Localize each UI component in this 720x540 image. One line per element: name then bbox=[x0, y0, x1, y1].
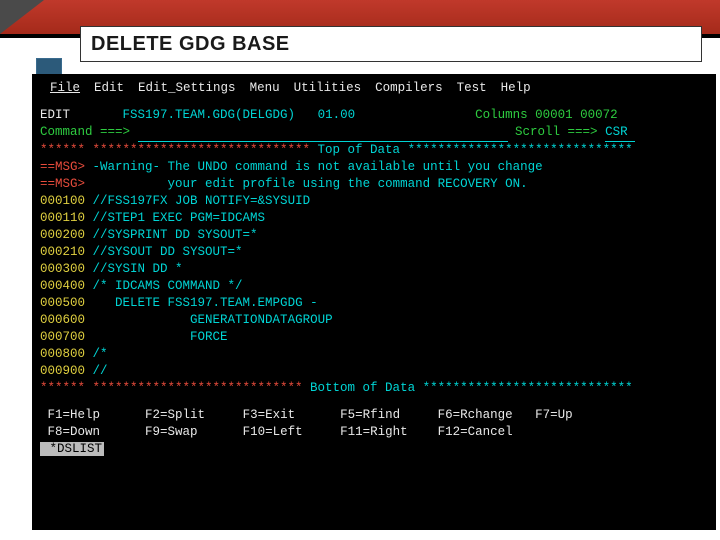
top-of-data: ****** ***************************** Top… bbox=[40, 142, 708, 159]
pf-f3[interactable]: F3=Exit bbox=[243, 408, 296, 422]
bottom-of-data: ****** **************************** Bott… bbox=[40, 380, 708, 397]
pf-f1[interactable]: F1=Help bbox=[48, 408, 101, 422]
jcl-line[interactable]: 000300 //SYSIN DD * bbox=[40, 261, 708, 278]
msg-line-1: ==MSG> -Warning- The UNDO command is not… bbox=[40, 159, 708, 176]
msg-line-2: ==MSG> your edit profile using the comma… bbox=[40, 176, 708, 193]
scroll-label: Scroll ===> bbox=[515, 124, 598, 142]
pf-f7[interactable]: F7=Up bbox=[535, 408, 573, 422]
menu-file[interactable]: File bbox=[50, 80, 80, 97]
pf-f9[interactable]: F9=Swap bbox=[145, 425, 198, 439]
menu-help[interactable]: Help bbox=[501, 80, 531, 97]
pf-f10[interactable]: F10=Left bbox=[243, 425, 303, 439]
ispf-terminal: File Edit Edit_Settings Menu Utilities C… bbox=[32, 74, 716, 530]
menu-test[interactable]: Test bbox=[457, 80, 487, 97]
jcl-line[interactable]: 000100 //FSS197FX JOB NOTIFY=&SYSUID bbox=[40, 193, 708, 210]
menu-menu[interactable]: Menu bbox=[250, 80, 280, 97]
command-prompt: Command ===> bbox=[40, 124, 130, 142]
scroll-input[interactable]: CSR bbox=[605, 124, 635, 142]
pf-f11[interactable]: F11=Right bbox=[340, 425, 408, 439]
slide-title-bar: DELETE GDG BASE bbox=[80, 26, 702, 62]
menu-compilers[interactable]: Compilers bbox=[375, 80, 443, 97]
jcl-line[interactable]: 000600 GENERATIONDATAGROUP bbox=[40, 312, 708, 329]
accent-corner bbox=[0, 0, 44, 34]
jcl-line[interactable]: 000200 //SYSPRINT DD SYSOUT=* bbox=[40, 227, 708, 244]
pf-row-1: F1=Help F2=Split F3=Exit F5=Rfind F6=Rch… bbox=[40, 407, 708, 424]
pf-keys: F1=Help F2=Split F3=Exit F5=Rfind F6=Rch… bbox=[40, 407, 708, 458]
command-input[interactable] bbox=[138, 124, 508, 142]
jcl-line[interactable]: 000210 //SYSOUT DD SYSOUT=* bbox=[40, 244, 708, 261]
command-row: Command ===> Scroll ===> CSR bbox=[40, 124, 708, 142]
pf-row-2: F8=Down F9=Swap F10=Left F11=Right F12=C… bbox=[40, 424, 708, 441]
jcl-line[interactable]: 000900 // bbox=[40, 363, 708, 380]
menu-utilities[interactable]: Utilities bbox=[294, 80, 362, 97]
menu-edit[interactable]: Edit bbox=[94, 80, 124, 97]
edit-header-row: EDIT FSS197.TEAM.GDG(DELGDG) 01.00 Colum… bbox=[40, 107, 708, 124]
menu-editsettings[interactable]: Edit_Settings bbox=[138, 80, 236, 97]
pf-f6[interactable]: F6=Rchange bbox=[438, 408, 513, 422]
jcl-line[interactable]: 000400 /* IDCAMS COMMAND */ bbox=[40, 278, 708, 295]
status-indicator: *DSLIST bbox=[40, 441, 708, 458]
jcl-line[interactable]: 000500 DELETE FSS197.TEAM.EMPGDG - bbox=[40, 295, 708, 312]
slide-frame: DELETE GDG BASE File Edit Edit_Settings … bbox=[0, 0, 720, 540]
pf-f2[interactable]: F2=Split bbox=[145, 408, 205, 422]
pf-f8[interactable]: F8=Down bbox=[48, 425, 101, 439]
ispf-menu-bar: File Edit Edit_Settings Menu Utilities C… bbox=[40, 80, 708, 97]
jcl-line[interactable]: 000800 /* bbox=[40, 346, 708, 363]
pf-f12[interactable]: F12=Cancel bbox=[438, 425, 513, 439]
pf-f5[interactable]: F5=Rfind bbox=[340, 408, 400, 422]
jcl-line[interactable]: 000110 //STEP1 EXEC PGM=IDCAMS bbox=[40, 210, 708, 227]
jcl-line[interactable]: 000700 FORCE bbox=[40, 329, 708, 346]
slide-title: DELETE GDG BASE bbox=[91, 33, 290, 56]
